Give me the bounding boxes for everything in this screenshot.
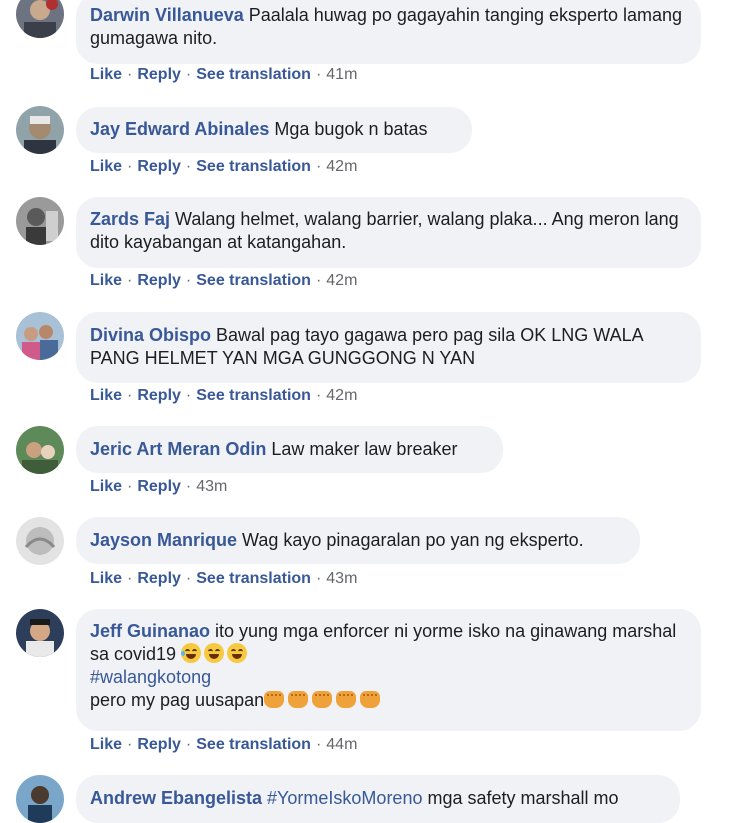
- reply-button[interactable]: Reply: [137, 66, 181, 83]
- comment-bubble: Andrew Ebangelista #YormeIskoMoreno mga s…: [76, 775, 680, 823]
- comment-bubble: Jay Edward Abinales Mga bugok n batas: [76, 107, 472, 153]
- avatar[interactable]: [16, 0, 64, 38]
- comment-timestamp[interactable]: 42m: [326, 272, 357, 289]
- comment-text: mga safety marshall mo: [427, 788, 619, 808]
- comment-timestamp[interactable]: 43m: [196, 478, 227, 495]
- comment-bubble: Zards Faj Walang helmet, walang barrier, …: [76, 197, 701, 268]
- comment-bubble: Darwin Villanueva Paalala huwag po gagaya…: [76, 0, 701, 64]
- laughing-crying-face-icon: [181, 643, 202, 663]
- see-translation-link[interactable]: See translation: [196, 66, 311, 83]
- see-translation-link[interactable]: See translation: [196, 158, 311, 175]
- comment-text-line2: pero my pag uusapan: [90, 689, 687, 712]
- reply-button[interactable]: Reply: [137, 272, 181, 289]
- avatar[interactable]: [16, 426, 64, 474]
- comment-actions: Like · Reply · See translation · 42m: [90, 272, 358, 289]
- comment-actions: Like · Reply · See translation · 42m: [90, 158, 358, 175]
- laughing-crying-face-icon: [227, 643, 248, 663]
- see-translation-link[interactable]: See translation: [196, 272, 311, 289]
- avatar[interactable]: [16, 312, 64, 360]
- like-button[interactable]: Like: [90, 158, 122, 175]
- see-translation-link[interactable]: See translation: [196, 570, 311, 587]
- comment-text: Wag kayo pinagaralan po yan ng eksperto.: [242, 530, 584, 550]
- comment-timestamp[interactable]: 44m: [326, 736, 357, 753]
- comment-author[interactable]: Andrew Ebangelista: [90, 788, 262, 808]
- comment-author[interactable]: Zards Faj: [90, 209, 170, 229]
- fist-icon: [360, 691, 381, 708]
- comment-author[interactable]: Jayson Manrique: [90, 530, 237, 550]
- laughing-crying-face-icon: [204, 643, 225, 663]
- like-button[interactable]: Like: [90, 736, 122, 753]
- avatar[interactable]: [16, 197, 64, 245]
- comment-text: Law maker law breaker: [271, 439, 458, 459]
- reply-button[interactable]: Reply: [137, 478, 181, 495]
- comment-actions: Like · Reply · See translation · 43m: [90, 570, 358, 587]
- comment-bubble: Jeff Guinanao ito yung mga enforcer ni yo…: [76, 609, 701, 731]
- comment-author[interactable]: Divina Obispo: [90, 325, 211, 345]
- reply-button[interactable]: Reply: [137, 387, 181, 404]
- avatar[interactable]: [16, 106, 64, 154]
- fist-icon: [312, 691, 333, 708]
- like-button[interactable]: Like: [90, 570, 122, 587]
- comment-timestamp[interactable]: 42m: [326, 158, 357, 175]
- reply-button[interactable]: Reply: [137, 158, 181, 175]
- comment-timestamp[interactable]: 43m: [326, 570, 357, 587]
- comment-actions: Like · Reply · See translation · 42m: [90, 387, 358, 404]
- comment-bubble: Jayson Manrique Wag kayo pinagaralan po y…: [76, 517, 640, 564]
- comment-author[interactable]: Darwin Villanueva: [90, 5, 244, 25]
- comment-body: Jeff Guinanao ito yung mga enforcer ni yo…: [90, 620, 687, 666]
- fist-icon: [264, 691, 285, 708]
- comment-timestamp[interactable]: 41m: [326, 66, 357, 83]
- fist-icon: [336, 691, 357, 708]
- hashtag-link[interactable]: #YormeIskoMoreno: [267, 788, 422, 808]
- like-button[interactable]: Like: [90, 478, 122, 495]
- comment-author[interactable]: Jeff Guinanao: [90, 621, 210, 641]
- comment-text: Mga bugok n batas: [274, 119, 428, 139]
- fist-icon: [288, 691, 309, 708]
- avatar[interactable]: [16, 609, 64, 657]
- comment-bubble: Divina Obispo Bawal pag tayo gagawa pero …: [76, 312, 701, 383]
- see-translation-link[interactable]: See translation: [196, 736, 311, 753]
- like-button[interactable]: Like: [90, 66, 122, 83]
- reply-button[interactable]: Reply: [137, 736, 181, 753]
- comment-author[interactable]: Jeric Art Meran Odin: [90, 439, 266, 459]
- comment-timestamp[interactable]: 42m: [326, 387, 357, 404]
- avatar[interactable]: [16, 517, 64, 565]
- comment-bubble: Jeric Art Meran Odin Law maker law breake…: [76, 426, 503, 473]
- hashtag-link[interactable]: #walangkotong: [90, 666, 687, 689]
- see-translation-link[interactable]: See translation: [196, 387, 311, 404]
- avatar[interactable]: [16, 775, 64, 823]
- reply-button[interactable]: Reply: [137, 570, 181, 587]
- comment-actions: Like · Reply · See translation · 41m: [90, 66, 358, 83]
- comment-actions: Like · Reply · 43m: [90, 478, 228, 495]
- comment-text: Walang helmet, walang barrier, walang pl…: [90, 209, 679, 252]
- comment-actions: Like · Reply · See translation · 44m: [90, 736, 358, 753]
- comment-author[interactable]: Jay Edward Abinales: [90, 119, 269, 139]
- like-button[interactable]: Like: [90, 272, 122, 289]
- like-button[interactable]: Like: [90, 387, 122, 404]
